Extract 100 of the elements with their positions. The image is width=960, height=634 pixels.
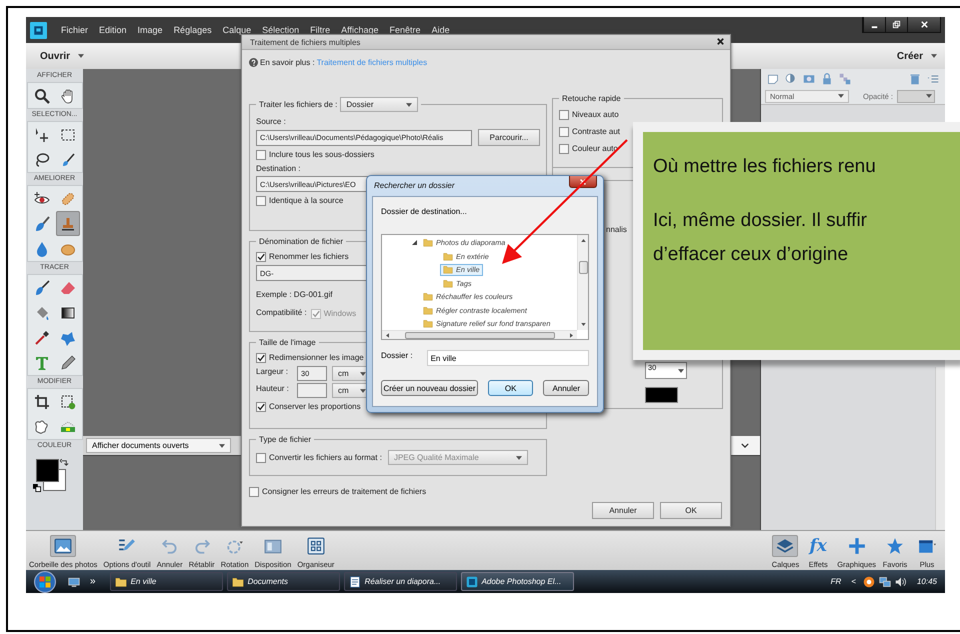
field-label: Hauteur : [256, 383, 290, 394]
menu-item[interactable]: Image [138, 25, 163, 35]
checkbox-label: Conserver les proportions [269, 402, 361, 411]
new-layer-icon [767, 72, 779, 84]
dialog-button[interactable]: OK [488, 380, 534, 396]
dialog-button[interactable]: OK [660, 502, 722, 519]
expand-arrow-icon[interactable] [412, 240, 417, 246]
checkbox[interactable] [249, 486, 259, 496]
color-swatches-icon[interactable] [36, 459, 66, 491]
folder-name-field[interactable]: En ville [426, 350, 589, 366]
menu-item[interactable]: Fenêtre [390, 25, 421, 35]
opacity-field[interactable] [897, 90, 936, 102]
menu-item[interactable]: Fichier [61, 25, 88, 35]
checkbox-label: Redimensionner les image [269, 353, 364, 362]
brush-icon [34, 216, 50, 232]
swap-arrows-icon [60, 459, 68, 468]
field-label: Compatibilité : [256, 307, 307, 318]
checkbox[interactable] [256, 252, 266, 262]
dialog-button[interactable]: Annuler [543, 380, 589, 396]
checkbox-label: Renommer les fichiers [269, 252, 349, 261]
example-text: Exemple : DG-001.gif [256, 289, 332, 300]
callout-text: Ici, même dossier. Il suffir [653, 209, 868, 233]
folder-icon [443, 278, 453, 289]
checkbox[interactable] [256, 402, 266, 412]
vertical-scrollbar[interactable] [577, 235, 588, 330]
menu-item[interactable]: Calque [222, 25, 252, 35]
caret-icon [360, 372, 366, 376]
caret-icon [360, 388, 366, 392]
checkbox[interactable] [256, 196, 266, 206]
checkbox[interactable] [256, 452, 266, 462]
group-title: Retouche rapide [559, 93, 624, 104]
source-mode-dropdown[interactable]: Dossier [340, 97, 418, 112]
checkbox-label: Identique à la source [269, 196, 344, 205]
language-indicator[interactable]: FR [830, 577, 842, 586]
checkbox[interactable] [559, 144, 569, 154]
checkbox-label: Niveaux auto [572, 110, 619, 119]
taskbar-button[interactable]: Réaliser un diapora... [344, 572, 457, 591]
horizontal-scrollbar[interactable] [382, 330, 577, 339]
documents-dropdown[interactable]: Afficher documents ouverts [86, 438, 231, 453]
menu-item[interactable]: Affichage [341, 25, 379, 35]
color-swatch[interactable] [645, 387, 678, 403]
taskbar-button[interactable]: Adobe Photoshop El... [460, 572, 574, 591]
default-colors-icon [32, 484, 40, 492]
lock-icon [821, 72, 833, 84]
dialog-title: Traitement de fichiers multiples [250, 38, 360, 46]
caret-icon [678, 369, 684, 373]
close-icon [716, 37, 725, 46]
checkmark-icon [257, 402, 265, 410]
desktop-icon [68, 576, 80, 588]
checkbox[interactable] [559, 126, 569, 136]
caret-icon [838, 94, 844, 98]
scrollbar[interactable] [935, 367, 945, 530]
folder-icon [423, 304, 433, 316]
menu-item[interactable]: Edition [99, 25, 127, 35]
overflow-chevron[interactable]: » [90, 576, 96, 587]
layers-icon [776, 537, 794, 555]
checkmark-icon [257, 252, 265, 260]
close-button[interactable] [716, 37, 726, 47]
star-icon [886, 537, 904, 555]
menu-item[interactable]: Filtre [310, 25, 330, 35]
checkmark-icon [257, 354, 265, 362]
menu-item[interactable]: Réglages [174, 25, 212, 35]
frame-gear-icon [60, 394, 76, 410]
checkbox[interactable] [256, 150, 266, 160]
checkbox-label: Contraste aut [572, 127, 620, 136]
scroll-thumb[interactable] [578, 261, 588, 274]
expand-button[interactable] [730, 436, 760, 455]
scroll-thumb[interactable] [404, 332, 554, 338]
flower-outline-icon [34, 418, 50, 434]
hand-icon [60, 88, 76, 104]
menu-item[interactable]: Sélection [262, 25, 300, 35]
open-button[interactable]: Ouvrir [40, 50, 84, 62]
minimize-button[interactable] [863, 17, 885, 32]
taskbar-button[interactable]: Documents [226, 572, 340, 591]
half-circle-icon [785, 72, 797, 84]
checkbox[interactable] [559, 110, 569, 120]
eraser-icon [60, 280, 76, 296]
restore-button[interactable] [885, 17, 907, 32]
eye-icon [34, 190, 50, 206]
taskbar-button[interactable]: En ville [110, 572, 223, 591]
caret-icon [78, 54, 84, 58]
undo-icon [160, 537, 179, 555]
dialog-button[interactable]: Annuler [592, 502, 654, 519]
field-label: Source : [256, 116, 286, 127]
start-orb-icon [32, 570, 58, 592]
tool-button[interactable] [56, 211, 80, 236]
field-label: Destination : [256, 163, 300, 174]
gradient-icon [60, 304, 76, 320]
checkbox[interactable] [256, 352, 266, 362]
menu-item[interactable]: Aide [432, 25, 450, 35]
folder-icon [443, 264, 453, 276]
browse-button[interactable]: Parcourir... [478, 129, 540, 146]
height-field[interactable] [297, 383, 327, 398]
close-button[interactable] [907, 17, 940, 32]
create-button[interactable]: Créer [896, 50, 937, 62]
dialog-button[interactable]: Créer un nouveau dossier [381, 380, 478, 396]
folder-icon [114, 576, 127, 588]
mask-icon [803, 72, 815, 84]
checkbox-label: Inclure tous les sous-dossiers [269, 150, 374, 159]
show-hidden-icons-button[interactable]: < [851, 577, 856, 586]
